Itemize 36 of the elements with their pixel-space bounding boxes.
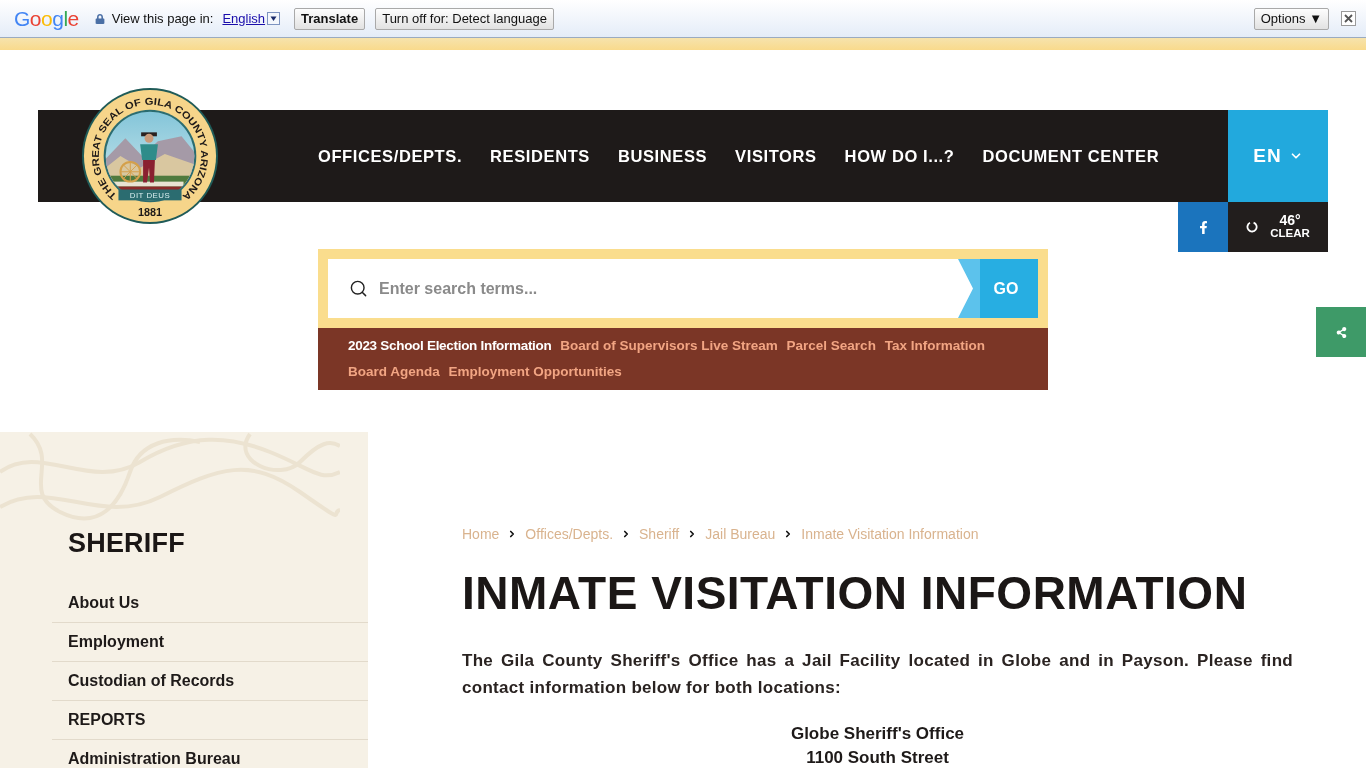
quick-link[interactable]: Board Agenda bbox=[348, 364, 440, 379]
page-title: INMATE VISITATION INFORMATION bbox=[462, 566, 1249, 621]
sidebar-link[interactable]: About Us bbox=[68, 595, 140, 611]
quick-link[interactable]: Board of Supervisors Live Stream bbox=[560, 338, 778, 353]
address-line: Globe Sheriff's Office bbox=[790, 725, 965, 743]
translate-prompt: View this page in: bbox=[111, 11, 214, 26]
quick-link[interactable]: Employment Opportunities bbox=[448, 364, 622, 379]
search-icon bbox=[349, 279, 368, 298]
options-button[interactable]: Options ▼ bbox=[1253, 7, 1329, 30]
nav-link[interactable]: BUSINESS bbox=[617, 146, 708, 166]
nav-link[interactable]: HOW DO I...? bbox=[844, 146, 955, 166]
lock-icon bbox=[94, 13, 105, 24]
share-icon bbox=[1335, 326, 1347, 338]
quick-link[interactable]: Tax Information bbox=[884, 338, 985, 353]
sidebar-link[interactable]: Administration Bureau bbox=[68, 751, 241, 767]
sidebar-title: SHERIFF bbox=[68, 527, 186, 560]
translate-button[interactable]: Translate bbox=[294, 7, 366, 30]
language-link[interactable]: English bbox=[222, 11, 266, 26]
nav-link[interactable]: OFFICES/DEPTS. bbox=[318, 146, 463, 166]
turn-off-button[interactable]: Turn off for: Detect language bbox=[375, 7, 554, 30]
intro-paragraph: The Gila County Sheriff's Office has a Jail Facility located in Globe and in Payson. Please find contact information below for both locations: bbox=[462, 650, 1293, 699]
sidebar-link[interactable]: REPORTS bbox=[68, 712, 146, 728]
quick-link[interactable]: Parcel Search bbox=[786, 338, 876, 353]
close-icon[interactable] bbox=[1341, 11, 1356, 26]
weather-temperature: 46° bbox=[1279, 214, 1301, 227]
sidebar-link[interactable]: Employment bbox=[68, 634, 164, 650]
google-logo: Google bbox=[14, 6, 79, 31]
nav-link[interactable]: VISITORS bbox=[735, 146, 817, 166]
ring-icon bbox=[1246, 221, 1259, 233]
breadcrumb-current: Inmate Visitation Information bbox=[801, 526, 979, 542]
sidebar-link[interactable]: Custodian of Records bbox=[68, 673, 235, 689]
quick-link[interactable]: 2023 School Election Information bbox=[348, 338, 552, 353]
nav-link[interactable]: RESIDENTS bbox=[490, 146, 590, 166]
nav-link[interactable]: DOCUMENT CENTER bbox=[982, 146, 1160, 166]
address-line: 1100 South Street bbox=[806, 749, 949, 767]
weather-condition: CLEAR bbox=[1270, 227, 1310, 240]
